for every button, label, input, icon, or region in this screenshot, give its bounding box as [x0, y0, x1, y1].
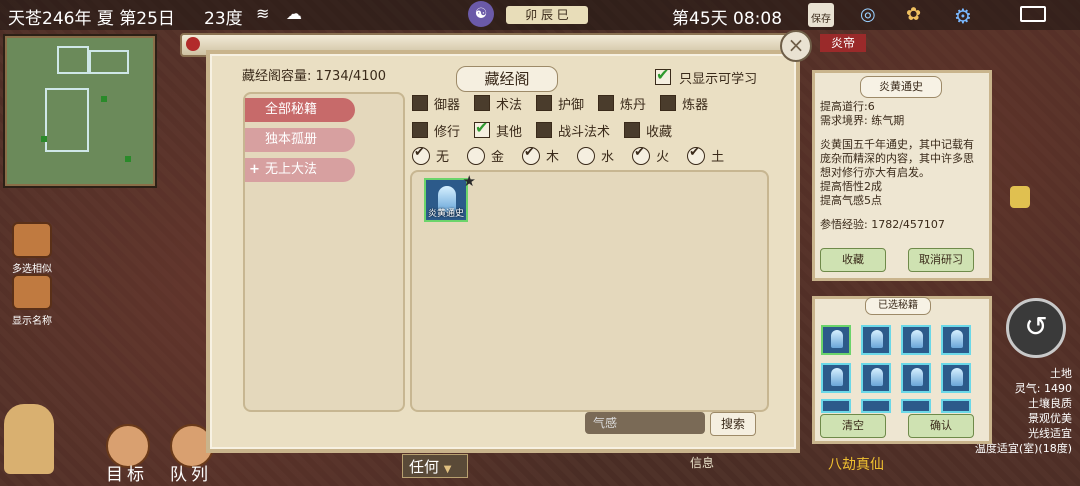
- multi-select-similar-button[interactable]: 多选相似: [0, 222, 64, 275]
- temperature: 23度: [204, 9, 243, 29]
- category-tab-unique[interactable]: 独本孤册: [245, 128, 355, 152]
- character-tag: 炎帝: [820, 34, 866, 52]
- selected-book[interactable]: [941, 399, 971, 413]
- selected-book[interactable]: [861, 363, 891, 393]
- book-item[interactable]: 炎黄通史 ★: [424, 172, 476, 222]
- battery-icon: [1020, 6, 1046, 22]
- filter-huyu[interactable]: 护御: [536, 94, 584, 113]
- selected-book[interactable]: [861, 399, 891, 413]
- selected-book[interactable]: [821, 399, 851, 413]
- category-list: 全部秘籍 独本孤册 + 无上大法: [243, 92, 405, 412]
- only-learnable-checkbox[interactable]: [655, 65, 671, 85]
- element-water[interactable]: 水: [577, 146, 614, 165]
- day-time: 第45天 08:08: [672, 9, 783, 29]
- info-label[interactable]: 信息: [690, 454, 714, 471]
- detail-title: 炎黄通史: [860, 76, 942, 98]
- close-icon[interactable]: ×: [780, 30, 812, 62]
- filter-xiuxing[interactable]: 修行: [412, 121, 460, 140]
- element-none[interactable]: 无: [412, 145, 449, 165]
- clear-button[interactable]: 清空: [820, 414, 886, 438]
- search-button[interactable]: 搜索: [710, 412, 756, 436]
- wave-icon[interactable]: ◎: [860, 4, 876, 25]
- arrows-icon: [12, 222, 52, 258]
- selected-book[interactable]: [901, 325, 931, 355]
- plus-icon: +: [249, 162, 260, 177]
- filter-dropdown-value: 任何: [409, 458, 440, 476]
- filter-liandan[interactable]: 炼丹: [598, 94, 646, 113]
- selected-book[interactable]: [861, 325, 891, 355]
- filter-favorites[interactable]: 收藏: [624, 121, 672, 140]
- yin-yang-icon[interactable]: ☯: [468, 1, 494, 27]
- filter-dropdown[interactable]: 任何 ▼: [402, 454, 468, 478]
- palette-icon[interactable]: ✿: [906, 4, 921, 25]
- book-grid: 炎黄通史 ★: [410, 170, 769, 412]
- only-learnable-toggle[interactable]: 只显示可学习: [655, 65, 757, 87]
- panel-title: 藏经阁: [456, 66, 558, 92]
- selected-book[interactable]: [821, 363, 851, 393]
- element-wood[interactable]: 木: [522, 145, 559, 165]
- library-capacity: 藏经阁容量: 1734/4100: [242, 69, 387, 84]
- team-button-label[interactable]: 队列: [170, 460, 212, 485]
- cancel-study-button[interactable]: 取消研习: [908, 248, 974, 272]
- chevron-down-icon: ▼: [443, 464, 452, 475]
- wind-icon: ≋: [256, 4, 270, 23]
- selected-book[interactable]: [901, 363, 931, 393]
- selected-book[interactable]: [821, 325, 851, 355]
- show-name-button[interactable]: 显示名称: [0, 274, 64, 327]
- category-tab-supreme[interactable]: + 无上大法: [245, 158, 355, 182]
- game-date: 天苍246年 夏 第25日: [8, 9, 175, 29]
- confirm-button[interactable]: 确认: [908, 414, 974, 438]
- filter-row-1: 御器 术法 护御 炼丹 炼器: [412, 94, 722, 113]
- minimap[interactable]: [3, 34, 157, 188]
- save-button[interactable]: 保存: [808, 3, 834, 27]
- selected-book[interactable]: [901, 399, 931, 413]
- element-metal[interactable]: 金: [467, 146, 504, 165]
- filter-combat-spells[interactable]: 战斗法术: [536, 121, 610, 140]
- filter-yuqi[interactable]: 御器: [412, 94, 460, 113]
- filter-qita[interactable]: 其他: [474, 118, 522, 140]
- element-filter-row: 无金木水火土: [412, 145, 724, 165]
- filter-row-2: 修行其他战斗法术收藏: [412, 118, 686, 140]
- back-icon[interactable]: ↺: [1006, 298, 1066, 358]
- detail-body: 提高道行:6 需求境界: 练气期 炎黄国五千年通史，其中记载有庞杂而精深的内容，…: [820, 100, 974, 231]
- star-icon: ★: [462, 172, 476, 190]
- gourd-icon[interactable]: [4, 404, 54, 474]
- selected-title: 已选秘籍: [865, 297, 931, 315]
- filter-shufa[interactable]: 术法: [474, 94, 522, 113]
- notification-icon[interactable]: [1010, 186, 1030, 208]
- target-button-label[interactable]: 目标: [106, 460, 148, 485]
- filter-lianqi[interactable]: 炼器: [660, 94, 708, 113]
- element-fire[interactable]: 火: [632, 145, 669, 165]
- collect-button[interactable]: 收藏: [820, 248, 886, 272]
- gear-icon[interactable]: ⚙: [954, 4, 972, 28]
- search-input[interactable]: 气感: [585, 412, 705, 434]
- category-tab-all[interactable]: 全部秘籍: [245, 98, 355, 122]
- cloud-icon: ☁: [286, 4, 302, 23]
- immortal-title: 八劫真仙: [828, 457, 884, 473]
- selected-book[interactable]: [941, 363, 971, 393]
- selected-book[interactable]: [941, 325, 971, 355]
- time-period-badge: 卯 辰 巳: [506, 6, 588, 24]
- top-status-bar: 天苍246年 夏 第25日 23度 ≋ ☁ ☯ 卯 辰 巳 第45天 08:08…: [0, 0, 1080, 30]
- element-earth[interactable]: 土: [687, 145, 724, 165]
- eye-icon: [12, 274, 52, 310]
